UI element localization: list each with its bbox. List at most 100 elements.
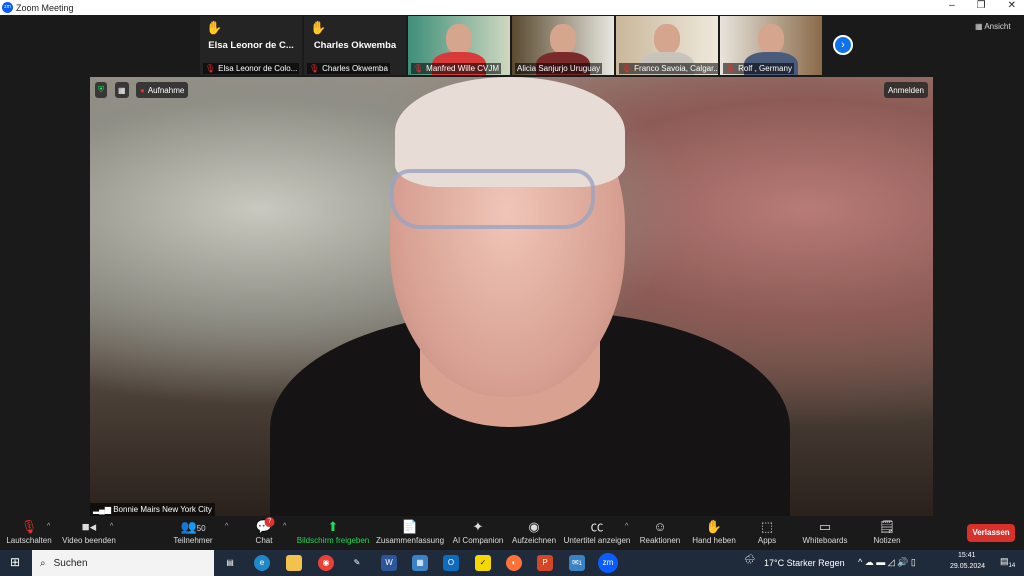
chat-button[interactable]: 💬 7 Chat bbox=[256, 517, 275, 545]
outlook-icon[interactable]: O bbox=[443, 555, 459, 571]
task-view-icon[interactable]: ▤ bbox=[222, 555, 238, 571]
powerpoint-icon[interactable]: P bbox=[537, 555, 553, 571]
window-title: Zoom Meeting bbox=[16, 2, 74, 13]
captions-label: Untertitel anzeigen bbox=[563, 536, 631, 545]
captions-button[interactable]: ㏄ Untertitel anzeigen bbox=[564, 518, 631, 545]
windows-start-icon[interactable]: ⊞ bbox=[10, 555, 20, 569]
whiteboards-label: Whiteboards bbox=[802, 536, 848, 545]
meeting-toolbar: 🎙 Lautschalten ^ ■◂ Video beenden ^ 👥50 Tei… bbox=[0, 516, 1024, 550]
minimize-button[interactable]: – bbox=[949, 0, 955, 11]
share-screen-icon: ⬆ bbox=[327, 519, 339, 534]
video-options-caret[interactable]: ^ bbox=[110, 523, 113, 530]
stop-video-button[interactable]: ■◂ Video beenden bbox=[62, 518, 116, 545]
word-icon[interactable]: W bbox=[381, 555, 397, 571]
raised-hand-icon: ✋ bbox=[206, 20, 223, 35]
next-page-button[interactable]: › bbox=[833, 35, 853, 55]
grid-icon: ▦ bbox=[975, 22, 985, 31]
participants-count: 50 bbox=[196, 524, 206, 533]
whiteboard-icon: ▭ bbox=[818, 519, 832, 534]
emoji-icon: ☺ bbox=[653, 519, 667, 534]
participant-video-tile[interactable]: 🎙 Franco Savoia, Calgar... bbox=[616, 16, 718, 75]
notes-icon: 🗒 bbox=[878, 519, 896, 534]
norton-icon[interactable]: ✓ bbox=[475, 555, 491, 571]
captions-caret[interactable]: ^ bbox=[625, 523, 628, 530]
gallery-grid-icon[interactable]: ▦ bbox=[115, 82, 129, 98]
mail-badge: 1 bbox=[578, 561, 583, 567]
muted-mic-icon: 🎙 bbox=[725, 64, 736, 73]
speaker-name: Bonnie Mairs New York City bbox=[113, 505, 212, 514]
participant-face bbox=[654, 24, 680, 54]
sparkle-icon: ✦ bbox=[472, 519, 484, 534]
taskbar-search[interactable]: ⌕ Suchen bbox=[32, 550, 214, 576]
notes-button[interactable]: 🗒 Notizen bbox=[873, 518, 900, 545]
record-button[interactable]: ◉ Aufzeichnen bbox=[512, 518, 556, 545]
muted-mic-icon: 🎙 bbox=[309, 64, 320, 73]
reactions-button[interactable]: ☺ Reaktionen bbox=[640, 518, 680, 545]
participant-face bbox=[550, 24, 576, 54]
chrome-icon[interactable]: ◉ bbox=[318, 555, 334, 571]
video-camera-icon: ■◂ bbox=[81, 519, 97, 534]
participant-face bbox=[446, 24, 472, 54]
search-placeholder: Suchen bbox=[53, 557, 88, 569]
raise-hand-label: Hand heben bbox=[692, 536, 736, 545]
reactions-label: Reaktionen bbox=[639, 536, 681, 545]
tray-icons[interactable]: ^ ☁ ▬ ◿ 🔊 ▯ bbox=[858, 557, 916, 568]
signin-button[interactable]: Anmelden bbox=[883, 82, 928, 98]
apps-button[interactable]: ⬚ Apps bbox=[758, 518, 776, 545]
restore-button[interactable]: ❐ bbox=[977, 0, 986, 11]
video-label: Video beenden bbox=[62, 536, 116, 545]
clock-date[interactable]: 29.05.2024 bbox=[950, 563, 985, 570]
muted-mic-icon: 🎙 bbox=[205, 64, 216, 73]
participants-caret[interactable]: ^ bbox=[225, 523, 228, 530]
chat-caret[interactable]: ^ bbox=[283, 523, 286, 530]
participants-button[interactable]: 👥50 Teilnehmer bbox=[173, 518, 212, 545]
record-label: Aufzeichnen bbox=[511, 536, 557, 545]
apps-icon: ⬚ bbox=[760, 519, 774, 534]
windows-taskbar: ⊞ ⌕ Suchen ▤ e ◉ ✎ W ▦ O ✓ ◐ P ✉1 zm 🌧 17… bbox=[0, 550, 1024, 576]
participant-video-tile[interactable]: 🎙 Rolf , Germany bbox=[720, 16, 822, 75]
notes-label: Notizen bbox=[873, 536, 901, 545]
participant-display-name: Elsa Leonor de C... bbox=[208, 40, 294, 51]
store-icon[interactable]: ▦ bbox=[412, 555, 428, 571]
participant-name: Alicia Sanjurjo Uruguay bbox=[517, 64, 601, 73]
security-shield-icon[interactable]: ⛨ bbox=[95, 82, 107, 98]
participant-tile[interactable]: ✋ Charles Okwemba 🎙 Charles Okwemba bbox=[304, 16, 406, 75]
weather-icon[interactable]: 🌧 bbox=[744, 554, 755, 565]
zoom-logo-icon: zm bbox=[2, 2, 13, 13]
raised-hand-icon: ✋ bbox=[310, 20, 327, 35]
summary-label: Zusammenfassung bbox=[375, 536, 445, 545]
ai-companion-button[interactable]: ✦ AI Companion bbox=[453, 518, 504, 545]
notifications-icon[interactable]: ▤14 bbox=[1000, 556, 1015, 569]
recording-indicator[interactable]: ● Aufnahme bbox=[136, 82, 189, 98]
zoom-taskbar-icon[interactable]: zm bbox=[598, 553, 618, 573]
weather-text[interactable]: 17°C Starker Regen bbox=[764, 558, 845, 568]
view-button[interactable]: ▦ Ansicht bbox=[975, 22, 1011, 31]
chat-badge: 7 bbox=[264, 517, 275, 527]
audio-options-caret[interactable]: ^ bbox=[47, 523, 50, 530]
file-explorer-icon[interactable] bbox=[286, 555, 302, 571]
share-screen-button[interactable]: ⬆ Bildschirm freigeben bbox=[297, 518, 369, 545]
clock-time[interactable]: 15:41 bbox=[958, 552, 976, 559]
notification-count: 14 bbox=[1008, 562, 1016, 569]
mail-icon[interactable]: ✉1 bbox=[569, 555, 585, 571]
mute-label: Lautschalten bbox=[6, 536, 52, 545]
view-label: Ansicht bbox=[984, 22, 1011, 31]
muted-mic-icon: 🎙 bbox=[621, 64, 632, 73]
app-icon[interactable]: ✎ bbox=[349, 555, 365, 571]
participants-label: Teilnehmer bbox=[173, 536, 213, 545]
participant-tile[interactable]: ✋ Elsa Leonor de C... 🎙 Elsa Leonor de Co… bbox=[200, 16, 302, 75]
mute-button[interactable]: 🎙 Lautschalten bbox=[6, 518, 51, 545]
search-icon: ⌕ bbox=[40, 557, 46, 569]
leave-button[interactable]: Verlassen bbox=[967, 524, 1015, 542]
summary-button[interactable]: 📄 Zusammenfassung bbox=[376, 518, 444, 545]
speaker-glasses bbox=[390, 169, 595, 229]
participant-video-tile[interactable]: 🎙 Manfred Wille CVJM bbox=[408, 16, 510, 75]
ai-label: AI Companion bbox=[452, 536, 504, 545]
firefox-icon[interactable]: ◐ bbox=[506, 555, 522, 571]
close-button[interactable]: ✕ bbox=[1008, 0, 1016, 11]
edge-icon[interactable]: e bbox=[254, 555, 270, 571]
participant-video-tile[interactable]: Alicia Sanjurjo Uruguay bbox=[512, 16, 614, 75]
muted-mic-icon: 🎙 bbox=[20, 519, 38, 534]
whiteboards-button[interactable]: ▭ Whiteboards bbox=[803, 518, 848, 545]
raise-hand-button[interactable]: ✋ Hand heben bbox=[692, 518, 736, 545]
